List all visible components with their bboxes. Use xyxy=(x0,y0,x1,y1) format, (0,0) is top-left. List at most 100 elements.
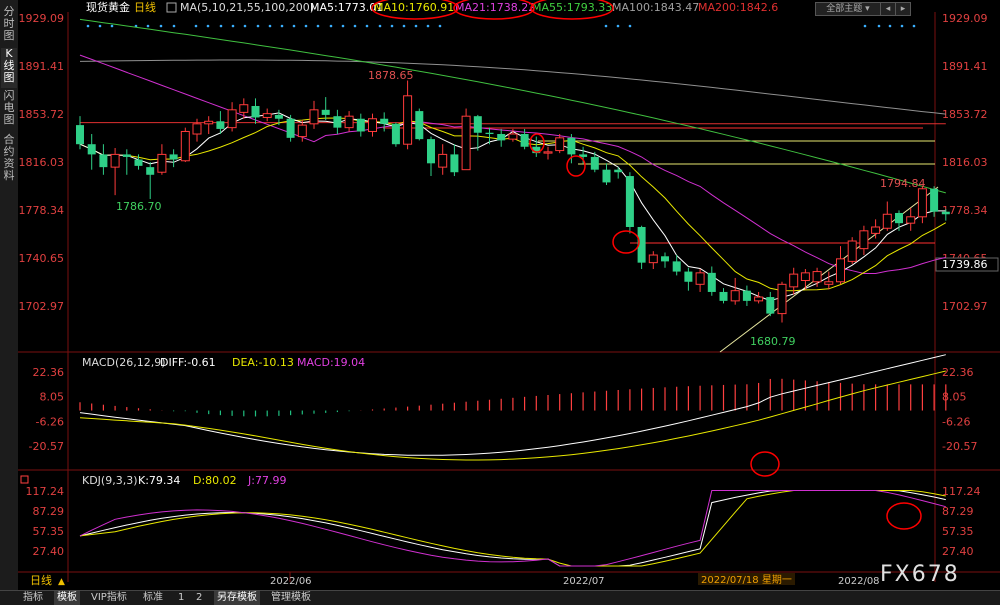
candle-body-up xyxy=(695,272,705,285)
theme-dropdown-button[interactable]: 全部主题 ▾ xyxy=(815,2,881,16)
scroll-right-button[interactable]: ▸ xyxy=(895,2,911,16)
candle-body-up xyxy=(730,290,740,302)
candle-body-up xyxy=(871,226,881,234)
signal-dot xyxy=(86,24,90,28)
period-label: 日线 xyxy=(134,0,156,14)
candle-body-up xyxy=(344,115,354,129)
tab-template[interactable]: 模板 xyxy=(54,591,80,605)
candle-body-down xyxy=(684,271,693,282)
ma100-value: MA100:1843.47 xyxy=(612,1,699,14)
tab-indicator[interactable]: 指标 xyxy=(20,591,46,605)
candle-body-up xyxy=(239,104,249,113)
price-label-left: 1740.65 xyxy=(19,252,65,265)
candle-body-up xyxy=(800,272,810,281)
macd-diff: DIFF:-0.61 xyxy=(160,356,216,369)
signal-dot xyxy=(280,24,284,28)
bottom-toolbar: 指标 模板 VIP指标 标准 1 2 另存模板 管理模板 xyxy=(0,590,1000,605)
time-cursor-label: 2022/07/18 星期一 xyxy=(701,574,792,586)
high-annotation-2: 1794.84 xyxy=(880,177,926,190)
macd-axis-label-right: -20.57 xyxy=(942,440,977,453)
scroll-left-button[interactable]: ◂ xyxy=(880,2,896,16)
macd-axis-label-left: 22.36 xyxy=(33,366,65,379)
candle-body-down xyxy=(485,132,494,135)
signal-dot xyxy=(243,24,247,28)
sidebar-tab-timeshare[interactable]: 分时图 xyxy=(1,6,17,46)
signal-dot xyxy=(888,24,892,28)
candle-body-down xyxy=(87,144,96,155)
price-label-left: 1778.34 xyxy=(19,204,65,217)
signal-dot xyxy=(316,24,320,28)
signal-dot xyxy=(231,24,235,28)
candle-body-up xyxy=(508,133,518,140)
kdj-axis-label-left: 87.29 xyxy=(33,505,65,518)
tab-page-1[interactable]: 1 xyxy=(175,591,187,605)
low-annotation-1: 1786.70 xyxy=(116,200,162,213)
candle-body-up xyxy=(847,240,857,262)
candle-body-down xyxy=(321,109,330,115)
tab-page-2[interactable]: 2 xyxy=(193,591,205,605)
kdj-k: K:79.34 xyxy=(138,474,180,487)
signal-dot xyxy=(329,24,333,28)
sidebar-tab-kline[interactable]: K线图 xyxy=(1,48,17,88)
candle-body-down xyxy=(356,118,365,132)
signal-dot xyxy=(304,24,308,28)
time-label-aug: 2022/08 xyxy=(838,576,880,587)
kdj-axis-label-right: 27.40 xyxy=(942,545,974,558)
candle-body-down xyxy=(614,169,623,173)
candle-body-down xyxy=(169,154,178,160)
macd-dea: DEA:-10.13 xyxy=(232,356,294,369)
price-label-right: 1929.09 xyxy=(942,12,988,25)
ma21-value: MA21:1738.22 xyxy=(455,1,535,14)
kdj-axis-label-left: 27.40 xyxy=(33,545,65,558)
candle-body-down xyxy=(742,290,751,301)
candle-body-up xyxy=(543,151,553,154)
tab-standard[interactable]: 标准 xyxy=(140,591,166,605)
candle-body-up xyxy=(297,124,307,138)
signal-dot xyxy=(172,24,176,28)
price-label-right: 1853.72 xyxy=(942,108,988,121)
candle-body-down xyxy=(76,125,84,145)
candle-body-down xyxy=(122,154,131,157)
signal-dot xyxy=(426,24,430,28)
candle-body-up xyxy=(812,271,822,283)
candle-body-down xyxy=(707,272,716,292)
candle-body-down xyxy=(427,139,435,164)
signal-dot xyxy=(877,24,881,28)
period-dropdown-icon[interactable]: ▲ xyxy=(58,577,65,587)
candle-body-up xyxy=(836,258,845,283)
kdj-d: D:80.02 xyxy=(193,474,237,487)
signal-dot xyxy=(353,24,357,28)
price-label-left: 1853.72 xyxy=(19,108,65,121)
ma200-value: MA200:1842.6 xyxy=(698,1,778,14)
candle-body-up xyxy=(368,118,377,132)
macd-axis-label-left: 8.05 xyxy=(40,391,65,404)
price-chart-svg[interactable]: 现货黄金 日线 MA(5,10,21,55,100,200) MA5:1773.… xyxy=(18,0,1000,590)
candle-body-down xyxy=(497,134,506,141)
candle-body-up xyxy=(859,230,869,250)
candle-body-up xyxy=(754,296,764,302)
ma10-value: MA10:1760.91 xyxy=(374,1,454,14)
candle-body-up xyxy=(648,254,658,264)
signal-dot xyxy=(268,24,272,28)
signal-dot xyxy=(256,24,260,28)
price-label-right: 1702.97 xyxy=(942,300,988,313)
candle-body-up xyxy=(110,153,120,168)
candle-body-up xyxy=(777,283,787,315)
period-selector[interactable]: 日线 xyxy=(30,573,52,587)
tab-vip-indicator[interactable]: VIP指标 xyxy=(88,591,130,605)
candle-body-up xyxy=(309,109,319,125)
candle-body-up xyxy=(227,109,237,129)
candle-body-up xyxy=(789,273,799,288)
sidebar-tab-contract[interactable]: 合约资料 xyxy=(1,134,17,186)
candle-body-up xyxy=(906,216,916,224)
signal-dot xyxy=(194,24,198,28)
candle-body-down xyxy=(274,114,283,119)
save-template-button[interactable]: 另存模板 xyxy=(214,591,260,605)
candle-body-down xyxy=(672,261,681,272)
manage-template-button[interactable]: 管理模板 xyxy=(268,591,314,605)
sidebar-tab-flash[interactable]: 闪电图 xyxy=(1,90,17,130)
macd-axis-label-left: -20.57 xyxy=(29,440,64,453)
candle-body-down xyxy=(251,105,260,118)
macd-axis-label-right: 22.36 xyxy=(942,366,974,379)
chart-area[interactable]: 现货黄金 日线 MA(5,10,21,55,100,200) MA5:1773.… xyxy=(18,0,1000,590)
